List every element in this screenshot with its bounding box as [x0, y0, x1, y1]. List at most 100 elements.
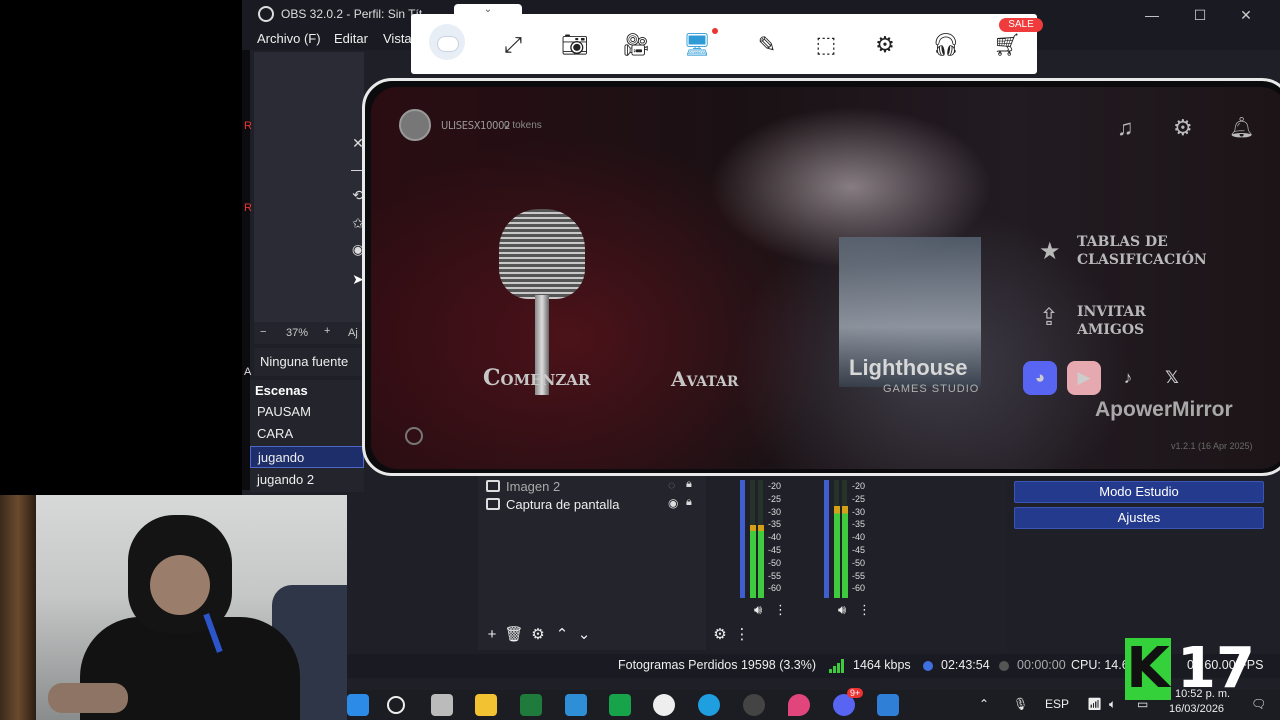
- volume-tray-icon[interactable]: 🔈︎: [1109, 697, 1116, 712]
- zoom-fit-button[interactable]: Aj: [348, 327, 358, 339]
- cart-icon[interactable]: 🛒︎: [991, 30, 1023, 60]
- meter-tick-label: -50: [768, 557, 782, 568]
- volume-icon[interactable]: 🔊︎: [754, 602, 762, 618]
- support-icon[interactable]: 🎧︎: [930, 30, 962, 60]
- lock-icon[interactable]: 🔒︎: [686, 496, 692, 509]
- close-button[interactable]: ✕: [1224, 4, 1268, 26]
- x-icon[interactable]: 𝕏: [1155, 361, 1189, 395]
- search-icon[interactable]: [387, 696, 405, 714]
- discord-icon[interactable]: ◕: [1023, 361, 1057, 395]
- eye-icon[interactable]: ◉: [668, 496, 678, 510]
- webcam-feed: ⌄: [0, 495, 347, 720]
- menu-editar[interactable]: Editar: [334, 31, 368, 46]
- more-icon[interactable]: ⋮: [774, 602, 787, 618]
- tiktok-icon[interactable]: ♪: [1111, 361, 1145, 395]
- meter-bar: [750, 480, 756, 598]
- settings-button[interactable]: Ajustes: [1014, 507, 1264, 529]
- notepad-plus-icon[interactable]: [520, 694, 542, 716]
- meter-tick-label: -30: [768, 506, 782, 517]
- move-up-icon[interactable]: ⌃: [552, 624, 572, 646]
- meter-level: [842, 505, 848, 598]
- more-icon[interactable]: ⋮: [858, 602, 871, 618]
- preview-area[interactable]: ✕ — ⟲ ✩ ◉ ➤: [254, 52, 365, 322]
- leaderboards-option[interactable]: TABLAS DE CLASIFICACIÓN: [1077, 233, 1207, 269]
- expand-icon[interactable]: ⤢: [497, 30, 529, 60]
- task-view-icon[interactable]: [431, 694, 453, 716]
- maximize-button[interactable]: ☐: [1178, 4, 1222, 26]
- gear-icon[interactable]: ⚙: [1173, 115, 1193, 141]
- lighthouse-subtitle: GAMES STUDIO: [883, 383, 980, 395]
- audio-meter-1: [740, 480, 766, 598]
- menu-archivo[interactable]: Archivo (F): [257, 31, 321, 46]
- obs-app-icon[interactable]: [653, 694, 675, 716]
- scenes-title: Escenas: [255, 383, 308, 398]
- gamepass-icon[interactable]: [609, 694, 631, 716]
- file-explorer-icon[interactable]: [475, 694, 497, 716]
- eye-hidden-icon[interactable]: ◌: [668, 478, 675, 492]
- meter-tick-label: -25: [852, 493, 866, 504]
- avatar[interactable]: [399, 109, 431, 141]
- menu-vista[interactable]: Vista: [383, 31, 412, 46]
- youtube-icon[interactable]: ▶: [1067, 361, 1101, 395]
- mic-icon[interactable]: 🎙︎: [1013, 697, 1028, 711]
- music-icon[interactable]: ♫: [1117, 115, 1134, 141]
- edge-icon[interactable]: [698, 694, 720, 716]
- meter-tick-label: -55: [852, 570, 866, 581]
- brush-icon[interactable]: ✎: [751, 30, 783, 60]
- obs-studio-icon[interactable]: [743, 694, 765, 716]
- avatar-option[interactable]: Avatar: [671, 367, 739, 391]
- meter-tick-label: -35: [768, 519, 782, 530]
- source-row[interactable]: Imagen 2 ◌ 🔒︎: [484, 478, 700, 498]
- apowermirror-app-icon[interactable]: [877, 694, 899, 716]
- bitrate: 1464 kbps: [853, 658, 911, 672]
- zoom-out-button[interactable]: −: [260, 326, 266, 338]
- power-icon[interactable]: [405, 427, 423, 445]
- zoom-level: 37%: [286, 327, 309, 339]
- mixer-settings-icon[interactable]: ⚙: [710, 624, 730, 646]
- phone-screen[interactable]: ULISESX10002 0 tokens ♫ ⚙ 🔔︎ Comenzar Av…: [371, 87, 1280, 469]
- minimize-button[interactable]: —: [1130, 4, 1174, 26]
- source-row[interactable]: Captura de pantalla ◉ 🔒︎: [484, 496, 700, 516]
- tray-expand-icon[interactable]: ⌃: [979, 697, 989, 711]
- add-source-button[interactable]: +: [482, 624, 502, 646]
- cast-icon[interactable]: 🖥︎: [681, 30, 713, 60]
- wifi-icon[interactable]: 📶︎: [1087, 697, 1102, 711]
- studio-mode-button[interactable]: Modo Estudio: [1014, 481, 1264, 503]
- volume-icon[interactable]: 🔊︎: [838, 602, 846, 618]
- scene-item-active[interactable]: jugando: [250, 446, 364, 468]
- scene-item[interactable]: jugando 2: [250, 469, 364, 491]
- obs-logo-icon: [258, 6, 274, 22]
- meter-tick-label: -25: [768, 493, 782, 504]
- live-indicator-icon: [923, 661, 933, 671]
- invite-friends-option[interactable]: INVITAR AMIGOS: [1077, 303, 1146, 339]
- username: ULISESX10002: [441, 119, 511, 132]
- start-option[interactable]: Comenzar: [483, 365, 590, 391]
- language-indicator[interactable]: ESP: [1045, 697, 1069, 711]
- scene-item[interactable]: PAUSAM: [250, 401, 364, 423]
- meter-level: [758, 524, 764, 598]
- star-icon: ★: [1039, 238, 1061, 265]
- settings-icon[interactable]: ⚙: [869, 30, 901, 60]
- lock-icon[interactable]: 🔒︎: [686, 478, 692, 491]
- bell-icon[interactable]: 🔔︎: [1229, 115, 1254, 140]
- meter-tick-label: -45: [768, 544, 782, 555]
- zoom-in-button[interactable]: +: [324, 325, 330, 337]
- meter-tick-label: -55: [768, 570, 782, 581]
- delete-source-icon[interactable]: 🗑︎: [504, 624, 524, 646]
- move-down-icon[interactable]: ⌄: [574, 624, 594, 646]
- source-settings-icon[interactable]: ⚙: [528, 624, 548, 646]
- camera-icon[interactable]: 📷︎: [559, 30, 591, 60]
- more-icon[interactable]: ⋮: [732, 624, 752, 646]
- k17-letter: K: [1125, 636, 1171, 701]
- phone-mirror-window[interactable]: ULISESX10002 0 tokens ♫ ⚙ 🔔︎ Comenzar Av…: [362, 78, 1280, 476]
- scene-item[interactable]: CARA: [250, 423, 364, 445]
- select-region-icon[interactable]: ⬚: [810, 30, 842, 60]
- sale-badge: SALE: [999, 18, 1043, 32]
- photos-icon[interactable]: [565, 694, 587, 716]
- lighthouse-title: Lighthouse: [849, 355, 968, 380]
- windows-start-icon[interactable]: [347, 694, 369, 716]
- meter-tick-label: -60: [852, 583, 866, 594]
- maps-pin-icon[interactable]: [788, 694, 810, 716]
- mirror-toolbar: ⤢ 📷︎ 🎥︎ 🖥︎ ✎ ⬚ ⚙ 🎧︎ 🛒︎ SALE: [411, 14, 1043, 74]
- video-record-icon[interactable]: 🎥︎: [620, 30, 652, 60]
